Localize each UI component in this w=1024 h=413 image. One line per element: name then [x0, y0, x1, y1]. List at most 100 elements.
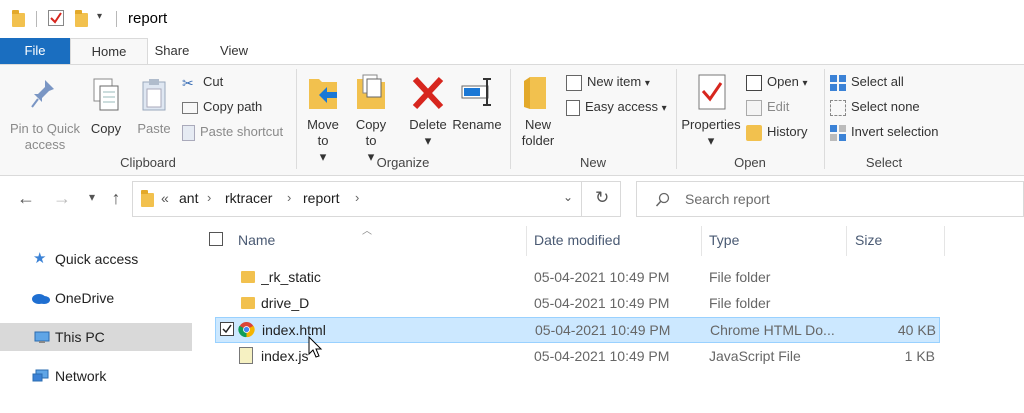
paste-shortcut-button[interactable]: Paste shortcut	[182, 121, 283, 143]
pin-to-quick-access-button[interactable]: Pin to Quick access	[6, 77, 84, 153]
new-folder-label: New folder	[521, 117, 555, 148]
edit-label: Edit	[767, 99, 790, 114]
copy-path-icon	[182, 101, 198, 114]
move-to-button[interactable]: Move to ▾	[302, 73, 344, 165]
select-group-label: Select	[865, 155, 903, 170]
new-item-button[interactable]: New item ▾	[566, 71, 650, 93]
divider	[581, 182, 582, 216]
easy-access-icon	[566, 99, 580, 116]
nav-item-network[interactable]: Network	[0, 362, 192, 390]
row-checkbox[interactable]	[220, 322, 234, 336]
back-arrow-icon[interactable]: ←	[14, 188, 38, 209]
divider	[701, 226, 702, 256]
new-folder-button[interactable]: New folder	[516, 73, 560, 149]
search-icon	[655, 192, 670, 207]
nav-label: OneDrive	[55, 290, 115, 306]
file-row-drive-d[interactable]: drive_D 05-04-2021 10:49 PM File folder	[215, 291, 940, 315]
divider	[676, 69, 677, 169]
new-group-label: New	[579, 155, 606, 170]
pin-icon	[31, 80, 54, 108]
copy-path-button[interactable]: Copy path	[182, 96, 262, 118]
address-bar[interactable]: « ant › rktracer › report › ⌄ ↻	[132, 181, 621, 217]
edit-button[interactable]: Edit	[746, 96, 789, 118]
delete-button[interactable]: Delete ▾	[405, 73, 451, 149]
file-size	[855, 265, 935, 289]
rename-icon	[461, 78, 491, 106]
cut-button[interactable]: ✂ Cut	[182, 71, 223, 93]
column-header-type[interactable]: Type	[709, 232, 739, 248]
chevron-right-icon[interactable]: ›	[287, 190, 291, 205]
properties-quick-icon[interactable]	[48, 10, 64, 26]
delete-x-icon	[412, 76, 444, 110]
copy-button[interactable]: Copy	[86, 77, 126, 137]
copy-to-button[interactable]: Copy to ▾	[350, 73, 392, 165]
title-bar: ▾ report	[0, 0, 1024, 38]
rename-button[interactable]: Rename	[452, 73, 502, 133]
new-item-label: New item	[587, 74, 642, 89]
select-none-button[interactable]: Select none	[830, 96, 920, 118]
open-group-label: Open	[734, 155, 766, 170]
tab-view[interactable]: View	[212, 38, 256, 64]
tab-file[interactable]: File	[0, 38, 70, 64]
breadcrumb-item-report[interactable]: report	[303, 190, 340, 206]
chevron-right-icon[interactable]: ›	[207, 190, 211, 205]
column-header-name[interactable]: Name	[238, 232, 275, 248]
file-size	[855, 291, 935, 315]
address-history-chevron-icon[interactable]: ⌄	[563, 190, 573, 204]
easy-access-button[interactable]: Easy access ▾	[566, 96, 667, 118]
open-icon	[746, 74, 762, 91]
nav-item-this-pc[interactable]: This PC	[0, 323, 192, 351]
organize-group-label: Organize	[376, 155, 430, 170]
folder-icon	[241, 297, 255, 309]
new-item-icon	[566, 74, 582, 91]
chevron-right-icon[interactable]: ›	[355, 190, 359, 205]
column-header-size[interactable]: Size	[855, 232, 882, 248]
file-row-rk-static[interactable]: _rk_static 05-04-2021 10:49 PM File fold…	[215, 265, 940, 289]
properties-button[interactable]: Properties ▾	[680, 73, 742, 149]
column-header-date[interactable]: Date modified	[534, 232, 620, 248]
file-name: index.js	[261, 348, 309, 364]
scissors-icon: ✂	[182, 74, 194, 91]
select-all-checkbox[interactable]	[209, 232, 223, 246]
select-all-label: Select all	[851, 74, 904, 89]
copy-icon	[93, 78, 119, 111]
up-arrow-icon[interactable]: ↑	[104, 188, 128, 209]
divider	[944, 226, 945, 256]
recent-locations-chevron-icon[interactable]: ▾	[80, 190, 104, 204]
chrome-icon	[238, 321, 255, 338]
breadcrumb-item-rktracer[interactable]: rktracer	[225, 190, 272, 206]
breadcrumb-item-ant[interactable]: ant	[179, 190, 198, 206]
invert-selection-label: Invert selection	[851, 124, 939, 139]
customize-toolbar-chevron-icon[interactable]: ▾	[97, 11, 102, 22]
nav-label: Network	[55, 368, 107, 384]
refresh-icon[interactable]: ↻	[595, 188, 609, 208]
file-type: Chrome HTML Do...	[710, 322, 835, 338]
nav-item-quick-access[interactable]: ★ Quick access	[0, 245, 192, 273]
paste-button[interactable]: Paste	[134, 77, 174, 137]
forward-arrow-icon[interactable]: →	[50, 188, 74, 209]
folder-icon	[141, 190, 154, 207]
breadcrumb-overflow[interactable]: «	[161, 190, 169, 206]
paste-label: Paste	[137, 121, 171, 136]
file-date: 05-04-2021 10:49 PM	[534, 269, 670, 285]
window-title: report	[128, 10, 168, 27]
divider	[116, 11, 117, 27]
file-name: _rk_static	[261, 269, 321, 285]
search-input[interactable]: Search report	[685, 191, 770, 207]
star-icon: ★	[33, 250, 47, 267]
tab-share[interactable]: Share	[150, 38, 194, 64]
invert-selection-button[interactable]: Invert selection	[830, 121, 938, 143]
tab-home[interactable]: Home	[70, 38, 148, 64]
new-folder-quick-icon[interactable]	[75, 10, 88, 27]
file-name: index.html	[262, 322, 326, 338]
folder-icon	[241, 271, 255, 283]
search-box[interactable]: Search report	[636, 181, 1024, 217]
file-size: 1 KB	[904, 348, 935, 364]
select-all-button[interactable]: Select all	[830, 71, 904, 93]
history-button[interactable]: History	[746, 121, 807, 143]
nav-item-onedrive[interactable]: OneDrive	[0, 284, 192, 312]
properties-icon	[698, 74, 726, 110]
open-button[interactable]: Open ▾	[746, 71, 807, 93]
nav-label: Quick access	[55, 251, 139, 267]
chevron-down-icon: ▾	[661, 103, 667, 114]
